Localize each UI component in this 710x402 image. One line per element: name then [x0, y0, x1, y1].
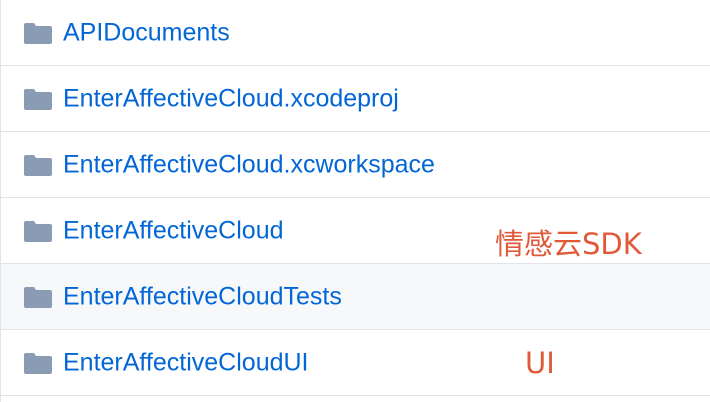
folder-icon [24, 22, 52, 44]
file-row-partial [1, 396, 710, 402]
file-link[interactable]: EnterAffectiveCloud.xcworkspace [63, 150, 435, 179]
folder-icon [24, 154, 52, 176]
annotation-ui: UI [525, 346, 555, 380]
file-link[interactable]: EnterAffectiveCloudTests [63, 282, 342, 311]
file-link[interactable]: EnterAffectiveCloudUI [63, 348, 309, 377]
annotation-sdk: 情感云SDK [495, 227, 642, 261]
file-link[interactable]: APIDocuments [63, 18, 230, 47]
file-row[interactable]: APIDocuments [1, 0, 710, 66]
file-link[interactable]: EnterAffectiveCloud [63, 216, 284, 245]
file-row[interactable]: EnterAffectiveCloud.xcworkspace [1, 132, 710, 198]
file-row[interactable]: EnterAffectiveCloud.xcodeproj [1, 66, 710, 132]
file-link[interactable]: EnterAffectiveCloud.xcodeproj [63, 84, 399, 113]
folder-icon [24, 352, 52, 374]
file-row-hovered[interactable]: EnterAffectiveCloudTests [1, 264, 710, 330]
file-list: APIDocuments EnterAffectiveCloud.xcodepr… [0, 0, 710, 402]
file-row[interactable]: EnterAffectiveCloudUI [1, 330, 710, 396]
folder-icon [24, 286, 52, 308]
folder-icon [24, 220, 52, 242]
folder-icon [24, 88, 52, 110]
